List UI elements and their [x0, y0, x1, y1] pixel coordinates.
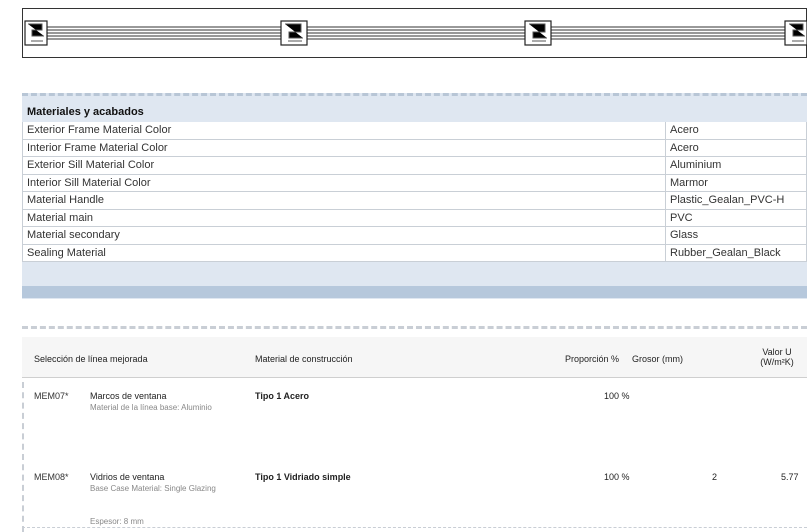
- table-row: Interior Sill Material Color Marmor: [22, 173, 807, 192]
- material-label: Sealing Material: [22, 243, 666, 262]
- material-value: Marmor: [665, 173, 807, 192]
- left-border: [22, 382, 25, 532]
- window-frame-drawing: [22, 8, 807, 58]
- material-label: Exterior Frame Material Color: [22, 121, 666, 140]
- window-section-diagram: [24, 20, 807, 46]
- table-row: Exterior Frame Material Color Acero: [22, 121, 807, 140]
- table-row: Exterior Sill Material Color Aluminium: [22, 156, 807, 175]
- header-line: Selección de línea mejorada: [34, 354, 148, 364]
- header-material: Material de construcción: [255, 354, 353, 364]
- material-label: Material Handle: [22, 191, 666, 210]
- row-code: MEM07*: [34, 391, 69, 401]
- materials-title: Materiales y acabados: [22, 102, 807, 122]
- table-row: Sealing Material Rubber_Gealan_Black: [22, 243, 807, 262]
- material-label: Material main: [22, 208, 666, 227]
- materials-footer-bar: [22, 286, 807, 298]
- table-row: Interior Frame Material Color Acero: [22, 138, 807, 157]
- row-material: Tipo 1 Acero: [255, 391, 310, 401]
- row-subtext: Base Case Material: Single Glazing: [90, 484, 216, 493]
- header-thickness: Grosor (mm): [632, 354, 683, 364]
- row-name: Marcos de ventana: [90, 391, 167, 401]
- row-uvalue: 5.77: [781, 472, 799, 482]
- material-value: Glass: [665, 226, 807, 245]
- row-code: MEM08*: [34, 472, 69, 482]
- material-value: Acero: [665, 138, 807, 157]
- material-label: Interior Sill Material Color: [22, 173, 666, 192]
- row-proportion: 100 %: [604, 391, 630, 401]
- row-name: Vidrios de ventana: [90, 472, 165, 482]
- selection-header: Selección de línea mejorada Material de …: [22, 337, 807, 378]
- row-subtext: Material de la línea base: Aluminio: [90, 403, 212, 412]
- table-row: Material main PVC: [22, 208, 807, 227]
- table-row: Material Handle Plastic_Gealan_PVC-H: [22, 191, 807, 210]
- header-proportion: Proporción %: [565, 354, 620, 364]
- materials-table: Materiales y acabados Exterior Frame Mat…: [22, 102, 807, 262]
- selection-panel: Selección de línea mejorada Material de …: [22, 326, 807, 532]
- materials-panel: Materiales y acabados Exterior Frame Mat…: [22, 93, 807, 299]
- material-value: PVC: [665, 208, 807, 227]
- header-uvalue: Valor U (W/m²K): [760, 347, 794, 367]
- material-label: Material secondary: [22, 226, 666, 245]
- table-row: Material secondary Glass: [22, 226, 807, 245]
- material-value: Rubber_Gealan_Black: [665, 243, 807, 262]
- row-proportion: 100 %: [604, 472, 630, 482]
- row-subtext-thickness: Espesor: 8 mm: [90, 517, 144, 526]
- material-label: Interior Frame Material Color: [22, 138, 666, 157]
- material-value: Acero: [665, 121, 807, 140]
- row-material: Tipo 1 Vidriado simple: [255, 472, 351, 482]
- row-thickness: 2: [712, 472, 718, 482]
- bottom-divider: [22, 527, 807, 528]
- material-value: Aluminium: [665, 156, 807, 175]
- material-value: Plastic_Gealan_PVC-H: [665, 191, 807, 210]
- material-label: Exterior Sill Material Color: [22, 156, 666, 175]
